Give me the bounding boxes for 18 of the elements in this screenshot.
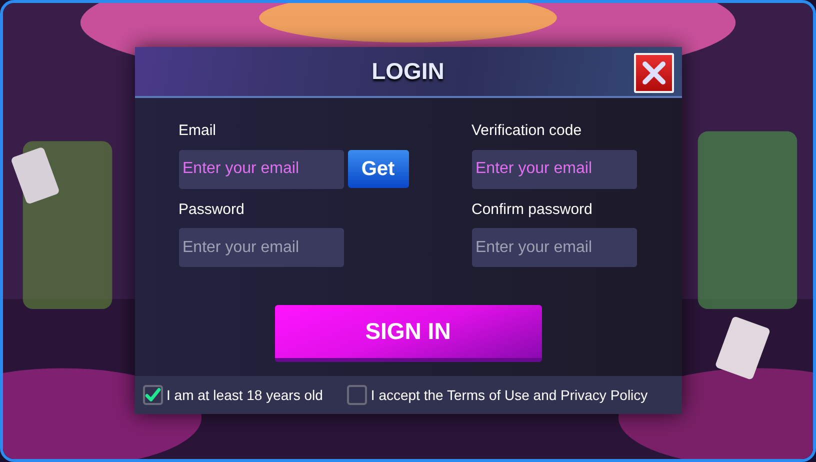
close-icon (642, 60, 666, 85)
field-label: Email (178, 121, 218, 141)
field-label: Confirm password (472, 200, 594, 220)
close-button[interactable] (634, 53, 674, 93)
input-field[interactable]: Enter your email (472, 150, 636, 188)
checkmark-icon (144, 387, 160, 403)
sign-in-button[interactable]: SIGN IN (274, 305, 542, 362)
get-code-button[interactable]: Get (348, 150, 408, 188)
checkbox-label: I am at least 18 years old (166, 386, 323, 405)
input-field[interactable]: Enter your email (178, 150, 344, 188)
field-label: Password (178, 200, 246, 220)
input-field[interactable]: Enter your email (178, 228, 344, 267)
field-label: Verification code (472, 121, 583, 141)
checkbox-label: I accept the Terms of Use and Privacy Policy (370, 386, 648, 405)
input-field[interactable]: Enter your email (472, 228, 636, 267)
dialog-title: LOGIN (372, 57, 444, 86)
checkbox[interactable] (346, 385, 367, 405)
checkbox[interactable] (142, 385, 162, 405)
